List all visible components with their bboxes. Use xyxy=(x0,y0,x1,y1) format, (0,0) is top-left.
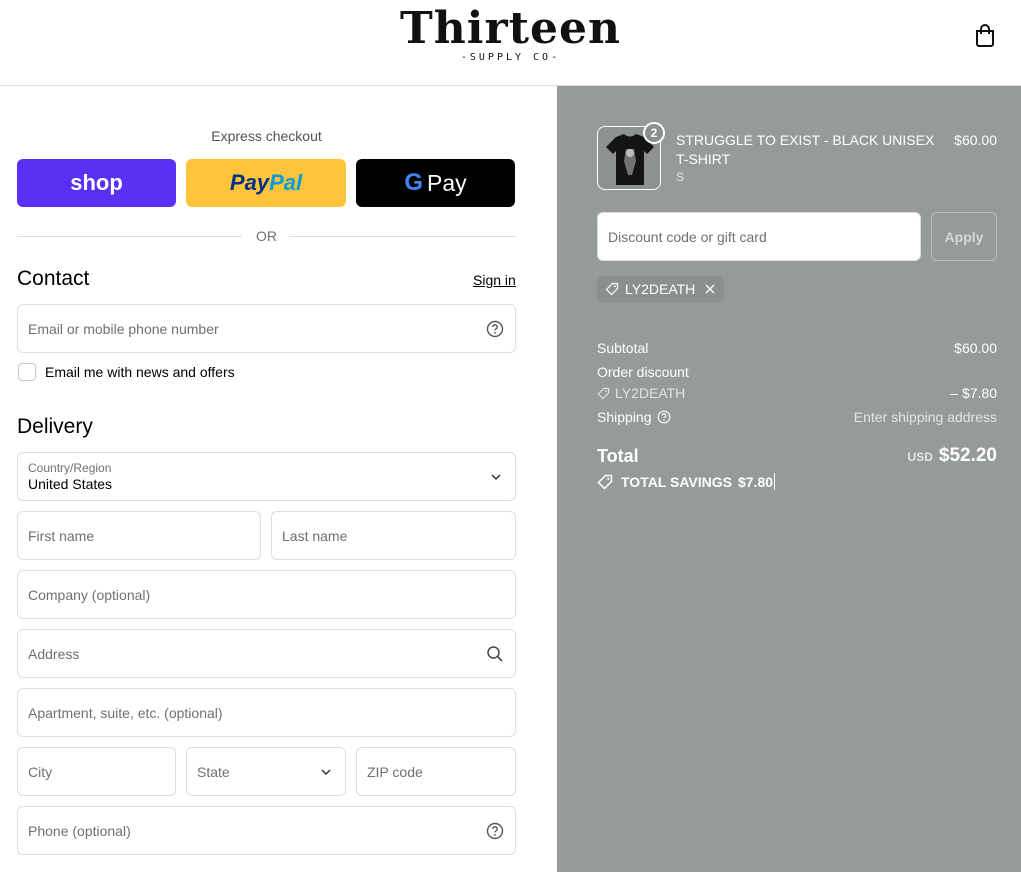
google-pay-label: Pay xyxy=(427,169,467,196)
express-checkout-label: Express checkout xyxy=(211,128,322,144)
order-discount-label: Order discount xyxy=(597,364,689,380)
product-name: STRUGGLE TO EXIST - BLACK UNISEX T-SHIRT xyxy=(676,132,935,167)
subtotal-value: $60.00 xyxy=(954,340,997,356)
paypal-button[interactable]: Pay Pal xyxy=(186,159,346,207)
shop-pay-button[interactable]: shop xyxy=(17,159,176,207)
address-wrapper xyxy=(17,629,516,678)
company-field[interactable] xyxy=(28,571,479,618)
state-select[interactable]: State xyxy=(186,747,346,796)
phone-wrapper xyxy=(17,806,516,855)
google-g-icon: G xyxy=(404,169,424,196)
help-circle-icon[interactable] xyxy=(657,410,671,424)
total-value: $52.20 xyxy=(938,445,997,466)
state-select-placeholder: State xyxy=(197,764,230,780)
delivery-title: Delivery xyxy=(17,415,93,438)
apartment-wrapper xyxy=(17,688,516,737)
subtotal-label: Subtotal xyxy=(597,340,649,356)
country-select-value: United States xyxy=(28,476,113,492)
google-pay-button[interactable]: G Pay xyxy=(356,159,515,207)
sign-in-link[interactable]: Sign in xyxy=(473,272,516,288)
help-circle-icon[interactable] xyxy=(486,822,504,840)
company-wrapper xyxy=(17,570,516,619)
news-offers-row[interactable]: Email me with news and offers xyxy=(18,362,235,382)
apartment-field[interactable] xyxy=(28,689,479,736)
city-wrapper xyxy=(17,747,176,796)
shopping-bag-icon[interactable] xyxy=(974,24,996,48)
total-savings-value: $7.80 xyxy=(737,473,774,490)
product-price: $60.00 xyxy=(954,132,997,148)
paypal-label-pal: Pal xyxy=(269,170,303,195)
checkout-form: Express checkout shop Pay Pal G Pay OR Co… xyxy=(0,86,557,872)
order-summary: 2 STRUGGLE TO EXIST - BLACK UNISEX T-SHI… xyxy=(557,86,1021,872)
store-logo[interactable]: Thirteen -SUPPLY CO- xyxy=(0,3,1021,64)
first-name-field[interactable] xyxy=(28,512,224,559)
quantity-badge: 2 xyxy=(643,122,665,144)
logo-subtitle: -SUPPLY CO- xyxy=(460,52,561,63)
zip-field[interactable] xyxy=(367,748,479,795)
news-offers-label: Email me with news and offers xyxy=(45,364,235,380)
discount-field-wrapper xyxy=(597,212,921,261)
city-field[interactable] xyxy=(28,748,139,795)
total-currency: USD xyxy=(907,450,933,464)
address-field[interactable] xyxy=(28,630,479,677)
apply-button[interactable]: Apply xyxy=(931,212,997,261)
order-discount-code-row: LY2DEATH xyxy=(597,385,685,401)
or-divider: OR xyxy=(17,227,516,245)
divider-line-right xyxy=(289,236,516,237)
header: Thirteen -SUPPLY CO- xyxy=(0,0,1021,86)
paypal-label-pay: Pay xyxy=(229,170,270,195)
news-offers-checkbox[interactable] xyxy=(18,363,36,381)
shipping-label-row: Shipping xyxy=(597,409,671,425)
shipping-value: Enter shipping address xyxy=(853,409,997,425)
text-cursor xyxy=(774,473,776,490)
chevron-down-icon xyxy=(491,474,501,481)
order-discount-code: LY2DEATH xyxy=(615,385,686,401)
contact-title: Contact xyxy=(17,267,90,290)
email-field[interactable] xyxy=(28,305,479,352)
close-icon[interactable] xyxy=(704,283,716,295)
country-select[interactable]: Country/Region United States xyxy=(17,452,516,501)
search-icon xyxy=(487,646,503,662)
tag-icon xyxy=(597,387,610,399)
first-name-wrapper xyxy=(17,511,261,560)
product-variant: S xyxy=(676,170,685,184)
last-name-wrapper xyxy=(271,511,516,560)
applied-discount-tag: LY2DEATH xyxy=(597,276,725,302)
tag-icon xyxy=(605,282,619,296)
order-discount-value: – $7.80 xyxy=(950,385,997,401)
applied-discount-code: LY2DEATH xyxy=(625,281,696,297)
shop-pay-label: shop xyxy=(70,170,123,195)
tag-icon xyxy=(597,474,613,490)
last-name-field[interactable] xyxy=(282,512,479,559)
email-field-wrapper xyxy=(17,304,516,353)
logo-title: Thirteen xyxy=(400,3,621,54)
discount-code-field[interactable] xyxy=(608,213,908,260)
chevron-down-icon xyxy=(321,769,331,776)
help-circle-icon[interactable] xyxy=(486,320,504,338)
total-value-row: USD $52.20 xyxy=(908,445,997,467)
total-savings-row: TOTAL SAVINGS $7.80 xyxy=(597,473,776,490)
phone-field[interactable] xyxy=(28,807,479,854)
total-label: Total xyxy=(597,446,639,466)
total-savings-label: TOTAL SAVINGS xyxy=(621,473,732,490)
country-select-label: Country/Region xyxy=(28,461,112,475)
zip-wrapper xyxy=(356,747,516,796)
shipping-label: Shipping xyxy=(597,409,652,425)
